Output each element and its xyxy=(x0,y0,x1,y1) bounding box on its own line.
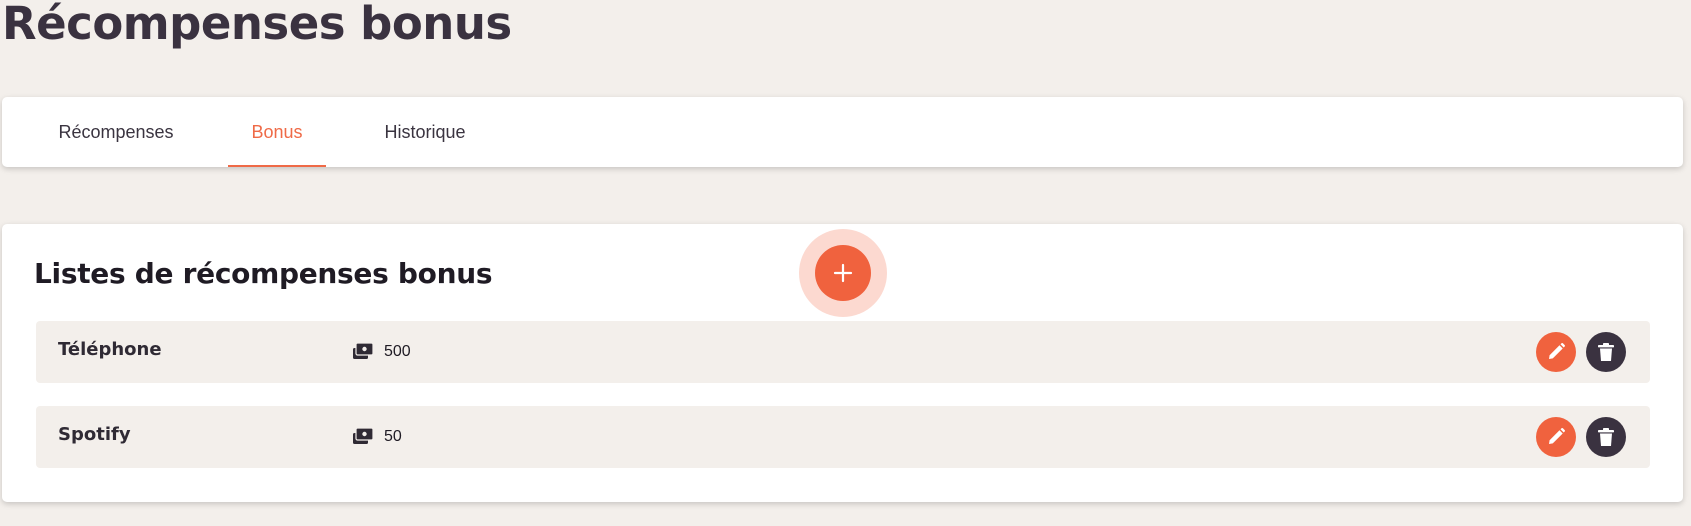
trash-icon xyxy=(1598,343,1614,361)
delete-button[interactable] xyxy=(1586,417,1626,457)
pencil-icon xyxy=(1549,428,1565,444)
edit-button[interactable] xyxy=(1536,417,1576,457)
delete-button[interactable] xyxy=(1586,332,1626,372)
plus-icon xyxy=(833,263,853,283)
tabs-bar: Récompenses Bonus Historique xyxy=(2,97,1683,167)
tab-bonus[interactable]: Bonus xyxy=(228,97,326,167)
edit-button[interactable] xyxy=(1536,332,1576,372)
tab-recompenses[interactable]: Récompenses xyxy=(32,97,200,167)
reward-name: Téléphone xyxy=(58,339,162,360)
reward-row: Spotify 50 xyxy=(36,406,1650,468)
section-title: Listes de récompenses bonus xyxy=(34,257,493,290)
pencil-icon xyxy=(1549,343,1565,359)
tab-historique[interactable]: Historique xyxy=(354,97,496,167)
wallet-icon xyxy=(353,428,373,444)
reward-points: 50 xyxy=(384,428,402,445)
page-title: Récompenses bonus xyxy=(2,0,512,50)
wallet-icon xyxy=(353,343,373,359)
reward-points: 500 xyxy=(384,343,411,360)
reward-name: Spotify xyxy=(58,424,131,445)
add-reward-button[interactable] xyxy=(815,245,871,301)
trash-icon xyxy=(1598,428,1614,446)
reward-row: Téléphone 500 xyxy=(36,321,1650,383)
